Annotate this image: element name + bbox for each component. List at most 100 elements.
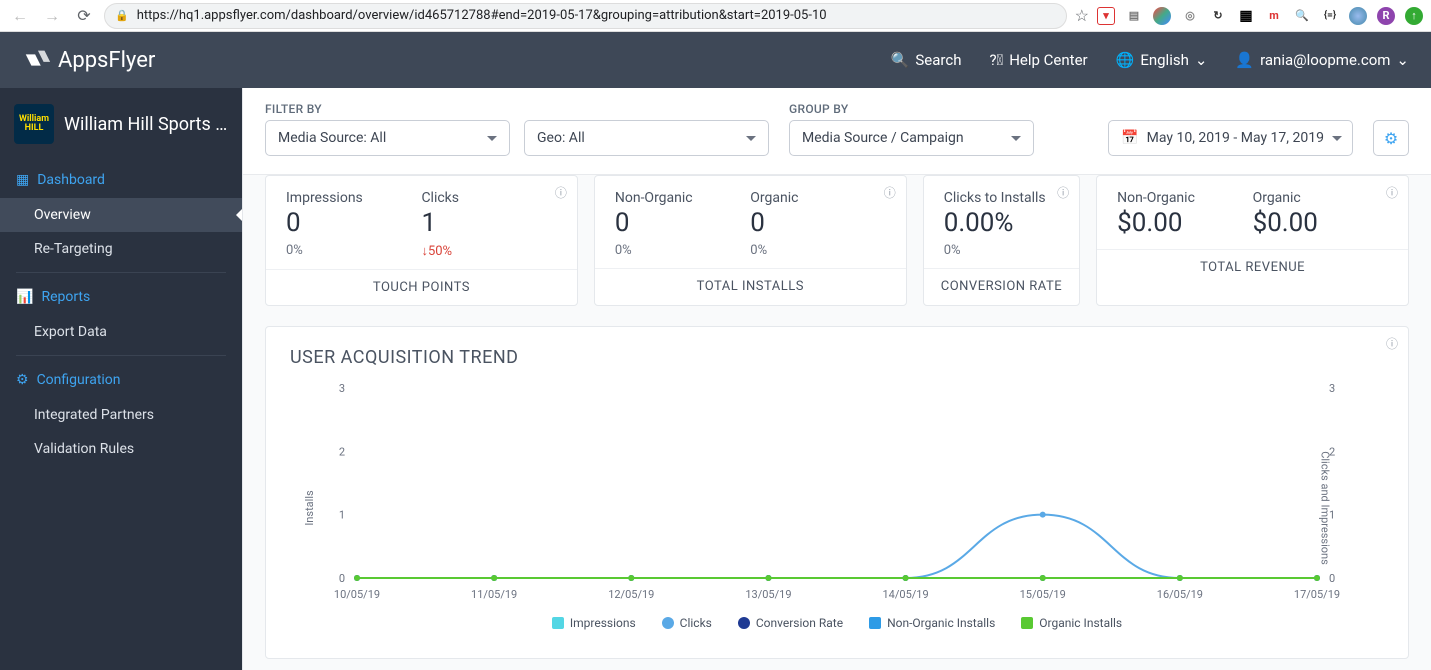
- app-selector[interactable]: WilliamHILL William Hill Sports ...: [0, 88, 242, 162]
- lock-icon: 🔒: [115, 9, 129, 22]
- brand-logo[interactable]: AppsFlyer: [22, 45, 155, 75]
- main-content: FILTER BY Media Source: All Geo: All GRO…: [242, 88, 1431, 670]
- kpi-label: Non-Organic: [1117, 190, 1252, 206]
- kpi-value: $0.00: [1253, 208, 1388, 239]
- legend-item[interactable]: Conversion Rate: [738, 616, 843, 630]
- brand-text: AppsFlyer: [58, 48, 155, 73]
- svg-text:1: 1: [339, 509, 345, 522]
- bar-chart-icon: 📊: [16, 289, 33, 305]
- kpi-delta: 0%: [944, 243, 1059, 258]
- ext-icon[interactable]: 🔍: [1293, 7, 1311, 25]
- svg-text:14/05/19: 14/05/19: [882, 588, 928, 601]
- filter-bar: FILTER BY Media Source: All Geo: All GRO…: [243, 88, 1431, 175]
- ext-icon[interactable]: {=}: [1321, 7, 1339, 25]
- ext-icon[interactable]: ▾: [1097, 7, 1115, 25]
- help-icon: ?⃝: [989, 51, 1003, 69]
- kpi-label: Organic: [750, 190, 885, 206]
- search-button[interactable]: 🔍Search: [891, 51, 962, 69]
- user-acquisition-chart-card: ⓘ USER ACQUISITION TREND Installs Clicks…: [265, 326, 1409, 659]
- svg-text:0: 0: [339, 572, 345, 585]
- ext-icon[interactable]: m: [1265, 7, 1283, 25]
- nav-section-dashboard[interactable]: ▦Dashboard: [0, 162, 242, 198]
- calendar-icon: 📅: [1121, 130, 1138, 146]
- kpi-value: 0: [750, 208, 885, 239]
- user-menu[interactable]: 👤rania@loopme.com⌄: [1235, 51, 1409, 69]
- geo-select[interactable]: Geo: All: [524, 120, 769, 156]
- svg-text:11/05/19: 11/05/19: [471, 588, 517, 601]
- app-name: William Hill Sports ...: [64, 114, 228, 135]
- browser-chrome: ← → ⟳ 🔒 https://hq1.appsflyer.com/dashbo…: [0, 0, 1431, 32]
- language-selector[interactable]: 🌐English⌄: [1116, 51, 1208, 69]
- filter-settings-button[interactable]: ⚙: [1373, 120, 1409, 156]
- info-icon[interactable]: ⓘ: [1057, 184, 1069, 201]
- kpi-label: Clicks to Installs: [944, 190, 1059, 206]
- svg-text:2: 2: [339, 446, 345, 459]
- sidebar: WilliamHILL William Hill Sports ... ▦Das…: [0, 88, 242, 670]
- globe-icon: 🌐: [1116, 51, 1135, 69]
- kpi-conversion-rate: ⓘ Clicks to Installs 0.00% 0% CONVERSION…: [923, 175, 1080, 306]
- kpi-label: Clicks: [421, 190, 556, 206]
- legend-item[interactable]: Clicks: [662, 616, 712, 630]
- ext-icon[interactable]: ▤: [1125, 7, 1143, 25]
- kpi-footer: TOUCH POINTS: [266, 269, 577, 305]
- nav-section-configuration[interactable]: ⚙Configuration: [0, 362, 242, 398]
- avatar-icon[interactable]: R: [1377, 7, 1395, 25]
- star-icon[interactable]: ☆: [1075, 6, 1089, 25]
- kpi-value: $0.00: [1117, 208, 1252, 239]
- group-by-label: GROUP BY: [789, 102, 1034, 116]
- kpi-label: Non-Organic: [615, 190, 750, 206]
- kpi-total-installs: ⓘ Non-Organic 0 0% Organic 0 0%: [594, 175, 907, 306]
- kpi-value: 0.00%: [944, 208, 1059, 239]
- kpi-delta: ↓50%: [421, 243, 556, 259]
- kpi-row: ⓘ Impressions 0 0% Clicks 1 ↓50%: [265, 175, 1409, 306]
- nav-integrated-partners[interactable]: Integrated Partners: [0, 398, 242, 432]
- nav-overview[interactable]: Overview: [0, 198, 242, 232]
- ext-icon[interactable]: ↑: [1405, 7, 1423, 25]
- help-button[interactable]: ?⃝Help Center: [989, 51, 1087, 69]
- nav-export-data[interactable]: Export Data: [0, 315, 242, 349]
- kpi-footer: CONVERSION RATE: [924, 268, 1079, 304]
- svg-text:3: 3: [1329, 382, 1335, 395]
- app-icon: WilliamHILL: [14, 104, 54, 144]
- nav-validation-rules[interactable]: Validation Rules: [0, 432, 242, 466]
- svg-text:12/05/19: 12/05/19: [608, 588, 654, 601]
- svg-text:13/05/19: 13/05/19: [745, 588, 791, 601]
- kpi-touch-points: ⓘ Impressions 0 0% Clicks 1 ↓50%: [265, 175, 578, 306]
- chevron-down-icon: ⌄: [1396, 51, 1409, 69]
- ext-icon[interactable]: [1153, 7, 1171, 25]
- ext-icon[interactable]: [1349, 7, 1367, 25]
- kpi-footer: TOTAL REVENUE: [1097, 249, 1408, 285]
- divider: [16, 355, 226, 356]
- info-icon[interactable]: ⓘ: [1386, 335, 1398, 352]
- legend-item[interactable]: Impressions: [552, 616, 636, 630]
- date-range-picker[interactable]: 📅May 10, 2019 - May 17, 2019: [1108, 120, 1353, 156]
- media-source-select[interactable]: Media Source: All: [265, 120, 510, 156]
- chart-legend: Impressions Clicks Conversion Rate Non-O…: [290, 616, 1384, 630]
- reload-button[interactable]: ⟳: [72, 4, 96, 28]
- svg-text:3: 3: [339, 382, 345, 395]
- info-icon[interactable]: ⓘ: [555, 184, 567, 201]
- legend-item[interactable]: Non-Organic Installs: [869, 616, 995, 630]
- kpi-footer: TOTAL INSTALLS: [595, 268, 906, 304]
- divider: [16, 272, 226, 273]
- kpi-delta: 0%: [615, 243, 750, 258]
- svg-text:10/05/19: 10/05/19: [334, 588, 380, 601]
- legend-item[interactable]: Organic Installs: [1021, 616, 1122, 630]
- nav-section-reports[interactable]: 📊Reports: [0, 279, 242, 315]
- back-button[interactable]: ←: [8, 4, 32, 28]
- appsflyer-icon: [22, 45, 52, 75]
- y-axis-label-left: Installs: [303, 491, 316, 526]
- user-icon: 👤: [1235, 51, 1254, 69]
- chevron-down-icon: ⌄: [1195, 51, 1208, 69]
- ext-icon[interactable]: ◎: [1181, 7, 1199, 25]
- url-bar[interactable]: 🔒 https://hq1.appsflyer.com/dashboard/ov…: [104, 3, 1067, 29]
- ext-icon[interactable]: ↻: [1209, 7, 1227, 25]
- info-icon[interactable]: ⓘ: [884, 184, 896, 201]
- nav-retargeting[interactable]: Re-Targeting: [0, 232, 242, 266]
- info-icon[interactable]: ⓘ: [1386, 184, 1398, 201]
- kpi-total-revenue: ⓘ Non-Organic $0.00 Organic $0.00 TOTAL …: [1096, 175, 1409, 306]
- grid-icon: ▦: [16, 172, 29, 188]
- ext-icon[interactable]: ▦: [1237, 7, 1255, 25]
- group-by-select[interactable]: Media Source / Campaign: [789, 120, 1034, 156]
- forward-button[interactable]: →: [40, 4, 64, 28]
